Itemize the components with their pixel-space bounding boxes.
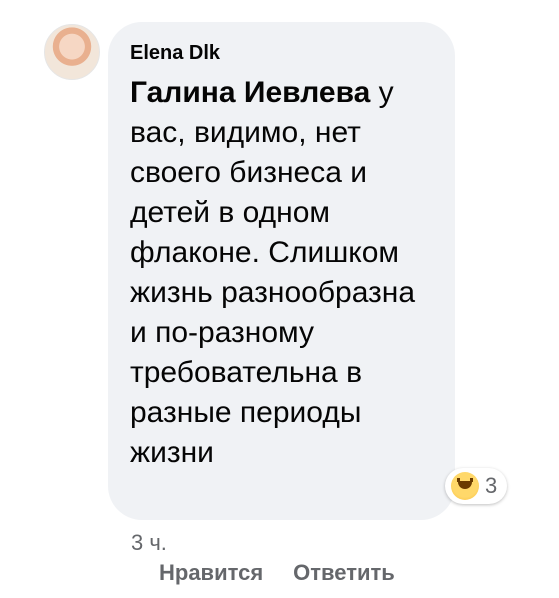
mention-link[interactable]: Галина Иевлева <box>130 76 370 109</box>
reaction-count: 3 <box>485 473 498 498</box>
reaction-summary[interactable]: 3 <box>445 468 508 504</box>
avatar[interactable] <box>44 24 100 80</box>
comment-body: у вас, видимо, нет своего бизнеса и дете… <box>130 76 416 469</box>
comment-author[interactable]: Elena Dlk <box>130 42 433 65</box>
comment-bubble: Elena Dlk Галина Иевлева у вас, видимо, … <box>108 22 455 520</box>
comment-text: Галина Иевлева у вас, видимо, нет своего… <box>130 73 433 473</box>
laughing-emoji-icon <box>451 472 479 500</box>
like-button[interactable]: Нравится <box>159 560 263 586</box>
comment-timestamp[interactable]: 3 ч. <box>131 530 167 556</box>
comment-actions: Нравится Ответить <box>159 560 395 586</box>
reply-button[interactable]: Ответить <box>293 560 395 586</box>
